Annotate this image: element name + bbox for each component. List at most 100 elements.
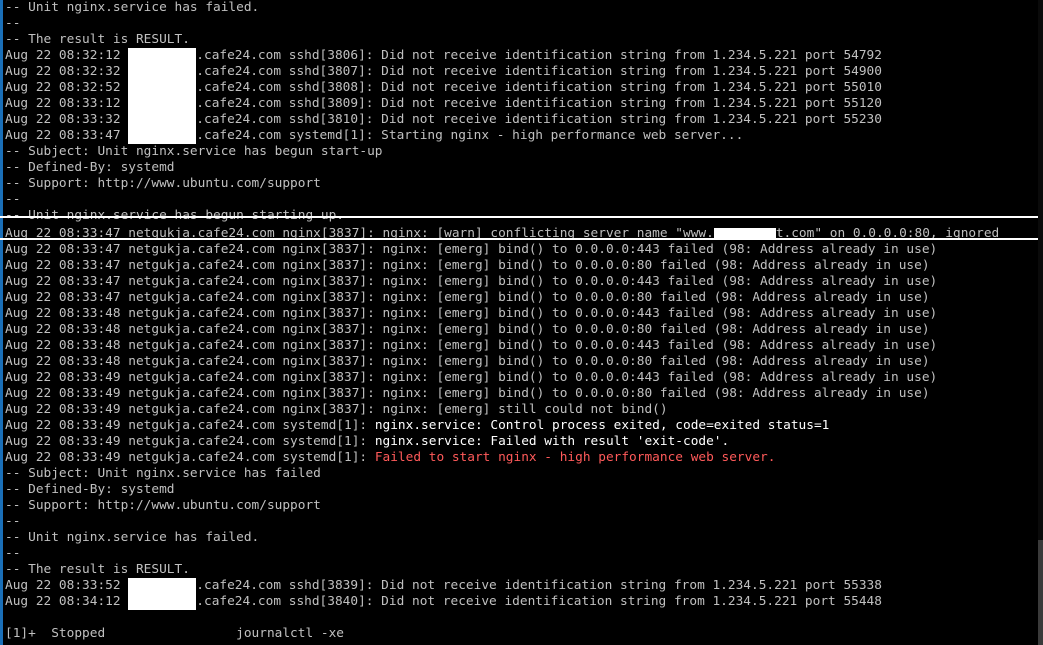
line-prefix: Aug 22 08:33:47 <box>5 128 129 143</box>
line-text: -- Support: http://www.ubuntu.com/suppor… <box>5 498 321 513</box>
redacted-hostname <box>128 80 197 96</box>
line-text: -- Subject: Unit nginx.service has begun… <box>5 144 383 159</box>
line-highlight: nginx.service: Failed with result 'exit-… <box>374 434 730 449</box>
line-prefix: Aug 22 08:33:52 <box>5 578 129 593</box>
terminal-line: Aug 22 08:33:47 netgukja.cafe24.com ngin… <box>5 290 1038 306</box>
terminal-line: Aug 22 08:33:47 netgukja.cafe24.com ngin… <box>5 242 1038 258</box>
line-text: -- Unit nginx.service has failed. <box>5 0 260 15</box>
terminal-line: -- The result is RESULT. <box>5 32 1038 48</box>
terminal-line: -- The result is RESULT. <box>5 562 1038 578</box>
terminal-line: Aug 22 08:33:49 netgukja.cafe24.com ngin… <box>5 402 1038 418</box>
terminal-line: Aug 22 08:32:12 .cafe24.com sshd[3806]: … <box>5 48 1038 64</box>
terminal-line: -- <box>5 192 1038 208</box>
terminal-line: Aug 22 08:32:32 .cafe24.com sshd[3807]: … <box>5 64 1038 80</box>
vertical-scrollbar[interactable] <box>1038 0 1043 645</box>
line-suffix: .cafe24.com sshd[3806]: Did not receive … <box>196 48 882 63</box>
terminal-line: Aug 22 08:33:47 netgukja.cafe24.com ngin… <box>5 258 1038 274</box>
terminal-line: Aug 22 08:33:49 netgukja.cafe24.com ngin… <box>5 386 1038 402</box>
terminal-output[interactable]: -- Unit nginx.service has failed. -- -- Th… <box>5 0 1038 642</box>
redacted-hostname <box>128 594 197 610</box>
line-text: Aug 22 08:33:48 netgukja.cafe24.com ngin… <box>5 306 938 321</box>
terminal-line: Aug 22 08:34:12 .cafe24.com sshd[3840]: … <box>5 594 1038 610</box>
line-prefix: Aug 22 08:32:32 <box>5 64 129 79</box>
line-text: -- Subject: Unit nginx.service has faile… <box>5 466 321 481</box>
line-text: -- The result is RESULT. <box>5 32 190 47</box>
scrollbar-thumb[interactable] <box>1038 540 1043 645</box>
terminal-line: Aug 22 08:33:49 netgukja.cafe24.com syst… <box>5 450 1038 466</box>
line-suffix: .cafe24.com sshd[3840]: Did not receive … <box>196 594 882 609</box>
line-text: -- Unit nginx.service has failed. <box>5 530 260 545</box>
line-text: Aug 22 08:33:47 netgukja.cafe24.com ngin… <box>5 290 930 305</box>
highlight-border-top <box>0 216 1038 218</box>
line-prefix: Aug 22 08:33:12 <box>5 96 129 111</box>
terminal-line: -- <box>5 514 1038 530</box>
terminal-line: -- Support: http://www.ubuntu.com/suppor… <box>5 498 1038 514</box>
terminal-line: Aug 22 08:32:52 .cafe24.com sshd[3808]: … <box>5 80 1038 96</box>
terminal-line: Aug 22 08:33:48 netgukja.cafe24.com ngin… <box>5 306 1038 322</box>
line-text: Aug 22 08:33:47 netgukja.cafe24.com ngin… <box>5 242 938 257</box>
line-text: Aug 22 08:33:47 netgukja.cafe24.com ngin… <box>5 258 930 273</box>
line-prefix: Aug 22 08:32:12 <box>5 48 129 63</box>
line-prefix: Aug 22 08:33:49 netgukja.cafe24.com syst… <box>5 418 375 433</box>
terminal-line: -- <box>5 546 1038 562</box>
line-text: Aug 22 08:33:48 netgukja.cafe24.com ngin… <box>5 322 930 337</box>
line-suffix: .cafe24.com sshd[3810]: Did not receive … <box>196 112 882 127</box>
line-text: Aug 22 08:33:48 netgukja.cafe24.com ngin… <box>5 354 930 369</box>
terminal-line: Aug 22 08:33:12 .cafe24.com sshd[3809]: … <box>5 96 1038 112</box>
terminal-line: -- Support: http://www.ubuntu.com/suppor… <box>5 176 1038 192</box>
line-text: -- <box>5 514 21 529</box>
window-left-edge <box>0 0 3 645</box>
terminal-line: Aug 22 08:33:49 netgukja.cafe24.com syst… <box>5 418 1038 434</box>
terminal-line: -- Unit nginx.service has failed. <box>5 0 1038 16</box>
line-text: Aug 22 08:33:49 netgukja.cafe24.com ngin… <box>5 386 930 401</box>
terminal-line: Aug 22 08:33:52 .cafe24.com sshd[3839]: … <box>5 578 1038 594</box>
line-text: -- Support: http://www.ubuntu.com/suppor… <box>5 176 321 191</box>
line-text: Aug 22 08:33:49 netgukja.cafe24.com ngin… <box>5 370 938 385</box>
line-text: Aug 22 08:33:47 netgukja.cafe24.com ngin… <box>5 274 938 289</box>
line-text: [1]+ Stopped journalctl -xe <box>5 626 344 641</box>
line-prefix: Aug 22 08:33:49 netgukja.cafe24.com syst… <box>5 450 375 465</box>
redacted-hostname <box>128 112 197 128</box>
terminal-line: Aug 22 08:33:32 .cafe24.com sshd[3810]: … <box>5 112 1038 128</box>
redacted-hostname <box>128 578 197 594</box>
line-suffix: .cafe24.com systemd[1]: Starting nginx -… <box>196 128 744 143</box>
terminal-line: -- Subject: Unit nginx.service has begun… <box>5 144 1038 160</box>
terminal-line: -- Unit nginx.service has failed. <box>5 530 1038 546</box>
terminal-line: Aug 22 08:33:49 netgukja.cafe24.com ngin… <box>5 370 1038 386</box>
terminal-line: Aug 22 08:33:49 netgukja.cafe24.com syst… <box>5 434 1038 450</box>
terminal-line: Aug 22 08:33:47 .cafe24.com systemd[1]: … <box>5 128 1038 144</box>
terminal-line: -- Defined-By: systemd <box>5 160 1038 176</box>
line-prefix: Aug 22 08:32:52 <box>5 80 129 95</box>
terminal-line: Aug 22 08:33:48 netgukja.cafe24.com ngin… <box>5 354 1038 370</box>
terminal-line: Aug 22 08:33:48 netgukja.cafe24.com ngin… <box>5 338 1038 354</box>
line-text: -- <box>5 192 21 207</box>
line-highlight: nginx.service: Control process exited, c… <box>374 418 830 433</box>
redacted-hostname <box>128 96 197 112</box>
terminal-line: -- <box>5 16 1038 32</box>
line-suffix: .cafe24.com sshd[3839]: Did not receive … <box>196 578 882 593</box>
highlight-border-bottom <box>0 238 1038 240</box>
terminal-line: [1]+ Stopped journalctl -xe <box>5 626 1038 642</box>
line-text: -- <box>5 546 21 561</box>
line-text: Aug 22 08:33:48 netgukja.cafe24.com ngin… <box>5 338 938 353</box>
redacted-hostname <box>128 48 197 64</box>
line-prefix: Aug 22 08:34:12 <box>5 594 129 609</box>
terminal-line: -- Defined-By: systemd <box>5 482 1038 498</box>
line-text: -- Defined-By: systemd <box>5 160 175 175</box>
terminal-line: Aug 22 08:33:47 netgukja.cafe24.com ngin… <box>5 274 1038 290</box>
line-suffix: .cafe24.com sshd[3809]: Did not receive … <box>196 96 882 111</box>
line-prefix: Aug 22 08:33:49 netgukja.cafe24.com syst… <box>5 434 375 449</box>
terminal-line: Aug 22 08:33:48 netgukja.cafe24.com ngin… <box>5 322 1038 338</box>
line-suffix: .cafe24.com sshd[3807]: Did not receive … <box>196 64 882 79</box>
line-text: Aug 22 08:33:49 netgukja.cafe24.com ngin… <box>5 402 668 417</box>
line-text: -- The result is RESULT. <box>5 562 190 577</box>
line-prefix: Aug 22 08:33:32 <box>5 112 129 127</box>
redacted-hostname <box>128 128 197 144</box>
line-highlight: Failed to start nginx - high performance… <box>374 450 776 465</box>
terminal-line: -- Subject: Unit nginx.service has faile… <box>5 466 1038 482</box>
redacted-hostname <box>128 64 197 80</box>
line-text: -- <box>5 16 21 31</box>
line-suffix: .cafe24.com sshd[3808]: Did not receive … <box>196 80 882 95</box>
line-text: -- Defined-By: systemd <box>5 482 175 497</box>
